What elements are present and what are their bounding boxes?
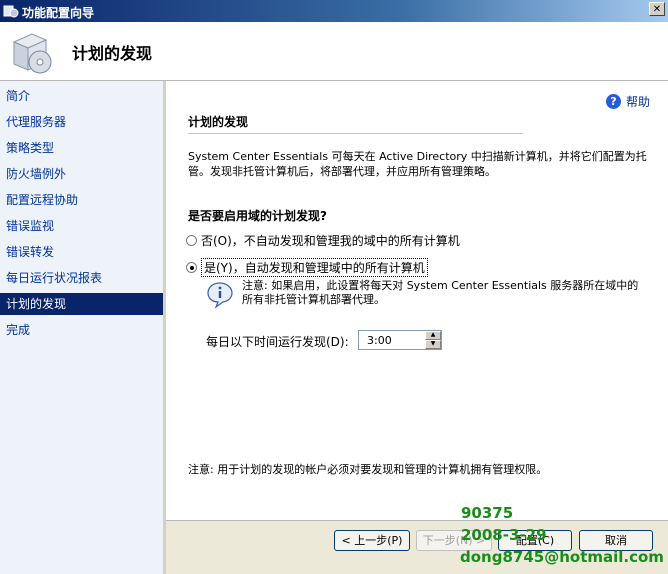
spin-down-button[interactable]: ▼ <box>425 340 441 349</box>
sidebar-item-policy-type[interactable]: 策略类型 <box>0 137 163 159</box>
watermark-email: dong8745@hotmail.com <box>460 548 664 566</box>
radio-yes-label[interactable]: 是(Y)，自动发现和管理域中的所有计算机 <box>201 258 428 277</box>
window-title: 功能配置向导 <box>22 6 95 20</box>
info-icon <box>207 282 233 309</box>
permissions-footnote: 注意: 用于计划的发现的帐户必须对要发现和管理的计算机拥有管理权限。 <box>188 463 548 476</box>
help-label: 帮助 <box>625 95 650 109</box>
help-link[interactable]: ? 帮助 <box>605 93 650 110</box>
wizard-sidebar: 简介 代理服务器 策略类型 防火墙例外 配置远程协助 错误监视 错误转发 每日运… <box>0 81 166 574</box>
radio-option-yes[interactable]: 是(Y)，自动发现和管理域中的所有计算机 <box>186 258 428 277</box>
radio-no-label[interactable]: 否(O)，不自动发现和管理我的域中的所有计算机 <box>201 232 460 249</box>
close-button[interactable]: ✕ <box>649 2 665 16</box>
section-title: 计划的发现 <box>188 115 249 129</box>
sidebar-item-remote-assistance[interactable]: 配置远程协助 <box>0 189 163 211</box>
sidebar-item-finish[interactable]: 完成 <box>0 319 163 341</box>
sidebar-item-proxy-server[interactable]: 代理服务器 <box>0 111 163 133</box>
sidebar-item-intro[interactable]: 简介 <box>0 85 163 107</box>
wizard-header: 计划的发现 <box>0 22 668 81</box>
wizard-app-icon <box>3 5 19 18</box>
sidebar-item-error-forwarding[interactable]: 错误转发 <box>0 241 163 263</box>
sidebar-item-scheduled-discovery[interactable]: 计划的发现 <box>0 293 163 315</box>
radio-no[interactable] <box>186 235 197 246</box>
watermark-date: 2008-3-29 <box>461 526 547 544</box>
wizard-box-cd-icon <box>12 33 52 74</box>
time-label: 每日以下时间运行发现(D): <box>206 335 349 349</box>
watermark-id: 90375 <box>461 504 514 522</box>
page-title: 计划的发现 <box>72 44 153 63</box>
wizard-content: ? 帮助 计划的发现 System Center Essentials 可每天在… <box>166 81 668 520</box>
back-button[interactable]: < 上一步(P) <box>334 530 410 551</box>
radio-yes[interactable] <box>186 262 197 273</box>
footer-divider <box>166 520 668 521</box>
discovery-question: 是否要启用域的计划发现? <box>188 209 327 223</box>
sidebar-item-daily-health-report[interactable]: 每日运行状况报表 <box>0 267 163 289</box>
window-title-bar[interactable]: 功能配置向导 ✕ <box>0 0 668 22</box>
section-description: System Center Essentials 可每天在 Active Dir… <box>188 150 647 178</box>
discovery-time-input[interactable]: 3:00 ▲ ▼ <box>358 330 442 350</box>
section-divider <box>188 133 523 134</box>
help-icon: ? <box>605 94 621 109</box>
discovery-time-value[interactable]: 3:00 <box>367 334 392 347</box>
radio-option-no[interactable]: 否(O)，不自动发现和管理我的域中的所有计算机 <box>186 232 460 249</box>
spin-up-button[interactable]: ▲ <box>425 331 441 340</box>
sidebar-item-firewall-exceptions[interactable]: 防火墙例外 <box>0 163 163 185</box>
discovery-note: 注意: 如果启用，此设置将每天对 System Center Essential… <box>242 279 639 306</box>
sidebar-item-error-monitoring[interactable]: 错误监视 <box>0 215 163 237</box>
time-spinner[interactable]: ▲ ▼ <box>425 331 441 349</box>
